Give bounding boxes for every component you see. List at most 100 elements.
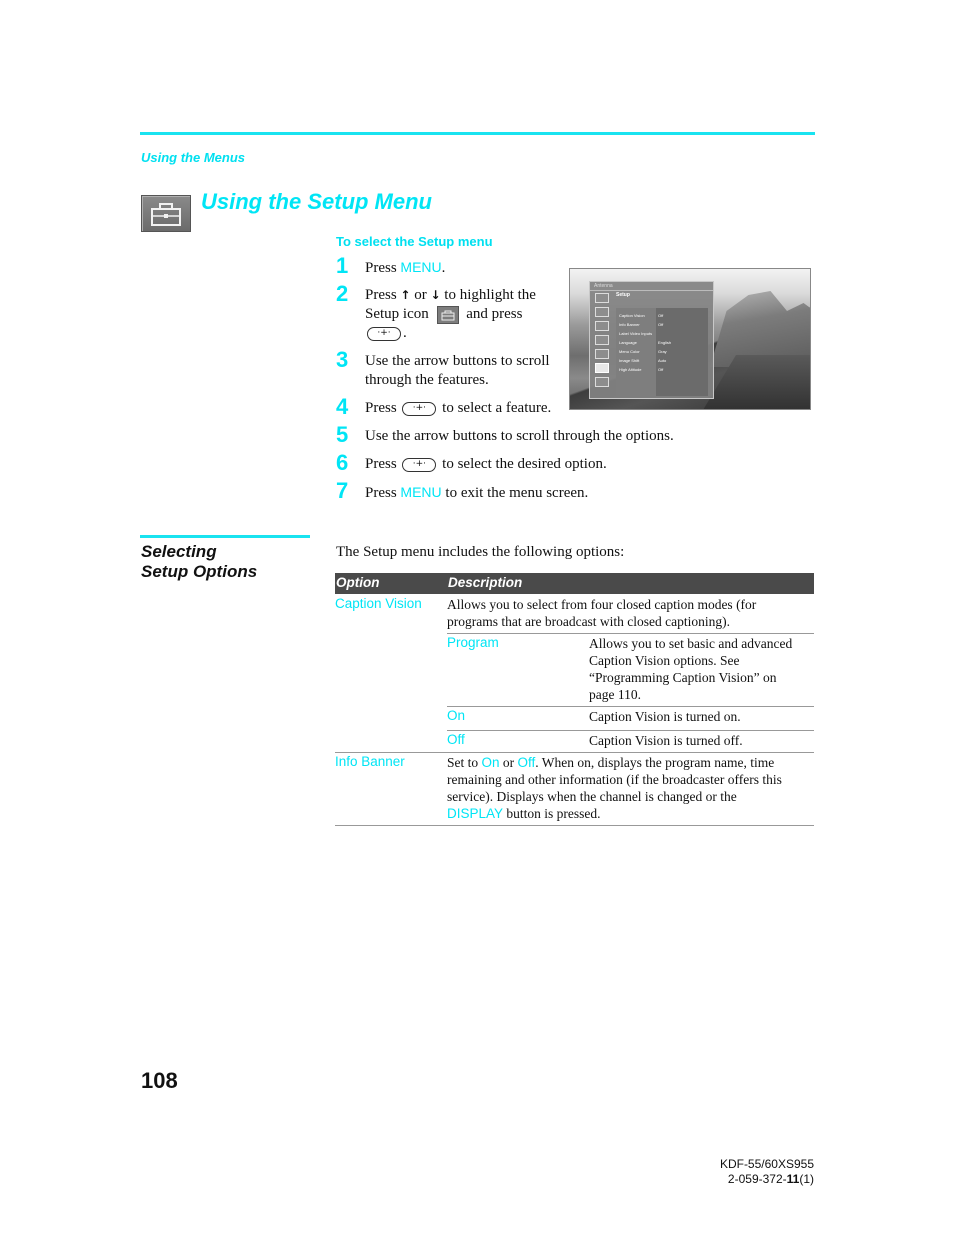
tv-menu-item: Caption Vision (619, 313, 645, 318)
text: button is pressed. (503, 806, 601, 821)
description-line: Allows you to set basic and advanced (589, 636, 793, 651)
setup-icon (595, 363, 609, 373)
step-number: 7 (336, 478, 349, 503)
step-text: Press (365, 456, 397, 472)
step-text: Use the arrow buttons to scroll (365, 353, 550, 369)
setup-icon (436, 305, 459, 324)
section-heading: Selecting Setup Options (141, 542, 257, 582)
procedure-heading: To select the Setup menu (336, 234, 493, 249)
description-line: Caption Vision options. See (589, 653, 740, 668)
step-text: to highlight the (440, 287, 536, 303)
tv-menu-item: Image Shift (619, 358, 640, 363)
tv-menu-item: Menu Color (619, 349, 640, 354)
sub-option-off: Off (447, 732, 465, 747)
description-line: programs that are broadcast with closed … (447, 614, 731, 629)
step-text: . (441, 260, 446, 276)
step-text: or (410, 287, 431, 303)
step-text: and press (466, 306, 523, 322)
text: . When on, displays the program name, ti… (535, 755, 775, 770)
step-text: Use the arrow buttons to scroll through … (365, 428, 674, 444)
text: Set to (447, 755, 482, 770)
divider (590, 290, 713, 291)
code-bold: 11 (786, 1172, 800, 1186)
select-button-icon (402, 399, 437, 418)
on-label: On (481, 755, 500, 770)
section-rule (140, 535, 310, 538)
column-header-option: Option (336, 575, 380, 590)
parent-icon (595, 349, 609, 359)
tv-menu-panel: Caption Vision Off Info Banner Off Label… (616, 308, 708, 396)
tv-menu-item: Language (619, 340, 637, 345)
tv-menu-item: High Altitude (619, 367, 642, 372)
step-text: . (403, 325, 407, 341)
tv-menu-item: Info Banner (619, 322, 640, 327)
toolbox-icon (141, 195, 191, 232)
menu-key-label: MENU (400, 484, 442, 500)
tv-menu-item: Label Video Inputs (619, 331, 653, 336)
step-text: to select the desired option. (442, 456, 607, 472)
description: Caption Vision is turned off. (589, 733, 743, 748)
top-rule (140, 132, 815, 135)
step-number: 2 (336, 281, 349, 306)
up-arrow-icon: ↑ (400, 288, 411, 302)
step-text: to exit the menu screen. (441, 485, 589, 501)
document-code: 2-059-372-11(1) (720, 1172, 814, 1187)
description-line: Set to On or Off. When on, displays the … (447, 754, 782, 771)
options-table: Option Description Caption Vision Allows… (335, 573, 814, 828)
tv-menu-header: Antenna (594, 283, 613, 289)
step-number: 5 (336, 422, 349, 447)
divider (335, 825, 814, 826)
step-text: Press (365, 287, 401, 303)
menu-key-label: MENU (400, 259, 442, 275)
audio-icon (595, 307, 609, 317)
column-header-description: Description (448, 575, 523, 590)
step-number: 3 (336, 347, 349, 372)
section-label: Using the Menus (141, 150, 246, 165)
description: Caption Vision is turned on. (589, 709, 741, 724)
sub-option-on: On (447, 708, 466, 723)
description: Allows you to select from four closed ca… (447, 596, 756, 630)
description-line: DISPLAY button is pressed. (447, 805, 782, 822)
step-text: through the features. (365, 372, 489, 388)
select-button-icon (367, 324, 401, 343)
tv-menu-value: English (658, 340, 672, 345)
code-suffix: (1) (799, 1172, 814, 1186)
step-number: 4 (336, 394, 349, 419)
page-title: Using the Setup Menu (201, 189, 432, 214)
divider (447, 730, 814, 731)
video-icon (595, 293, 609, 303)
code-prefix: 2-059-372- (727, 1172, 787, 1186)
description-line: “Programming Caption Vision” on (589, 670, 777, 685)
description: Set to On or Off. When on, displays the … (447, 754, 782, 822)
heading-line: Setup Options (141, 562, 258, 581)
description-line: service). Displays when the channel is c… (447, 789, 737, 804)
step-text: Press (365, 400, 397, 416)
tv-screenshot: Antenna Setup Caption Vision Off Info Ba… (569, 268, 811, 410)
down-arrow-icon: ↓ (430, 288, 441, 302)
tv-menu-value: Off (658, 322, 664, 327)
option-info-banner: Info Banner (335, 754, 405, 769)
tv-setup-menu: Antenna Setup Caption Vision Off Info Ba… (589, 281, 714, 399)
model-number: KDF-55/60XS955 (719, 1157, 814, 1171)
description: Allows you to set basic and advanced Cap… (589, 635, 792, 703)
divider (335, 752, 814, 753)
step-text: Press (365, 485, 401, 501)
table-header: Option Description (335, 573, 814, 594)
heading-line: Selecting (141, 542, 217, 561)
step-text: to select a feature. (442, 400, 552, 416)
tv-menu-value: Gray (658, 349, 667, 354)
sub-option-program: Program (447, 635, 499, 650)
step-text: Press (365, 260, 401, 276)
divider (447, 706, 814, 707)
description-line: remaining and other information (if the … (447, 772, 782, 787)
select-button-icon (402, 455, 437, 474)
page-number: 108 (141, 1068, 178, 1093)
tv-menu-icons (595, 293, 609, 391)
divider (447, 633, 814, 634)
tv-menu-value: Off (658, 367, 664, 372)
off-label: Off (517, 755, 536, 770)
channel-icon (595, 335, 609, 345)
intro-text: The Setup menu includes the following op… (336, 544, 625, 560)
footer-model-info: KDF-55/60XS955 2-059-372-11(1) (720, 1157, 814, 1187)
tv-menu-value: Off (658, 313, 664, 318)
